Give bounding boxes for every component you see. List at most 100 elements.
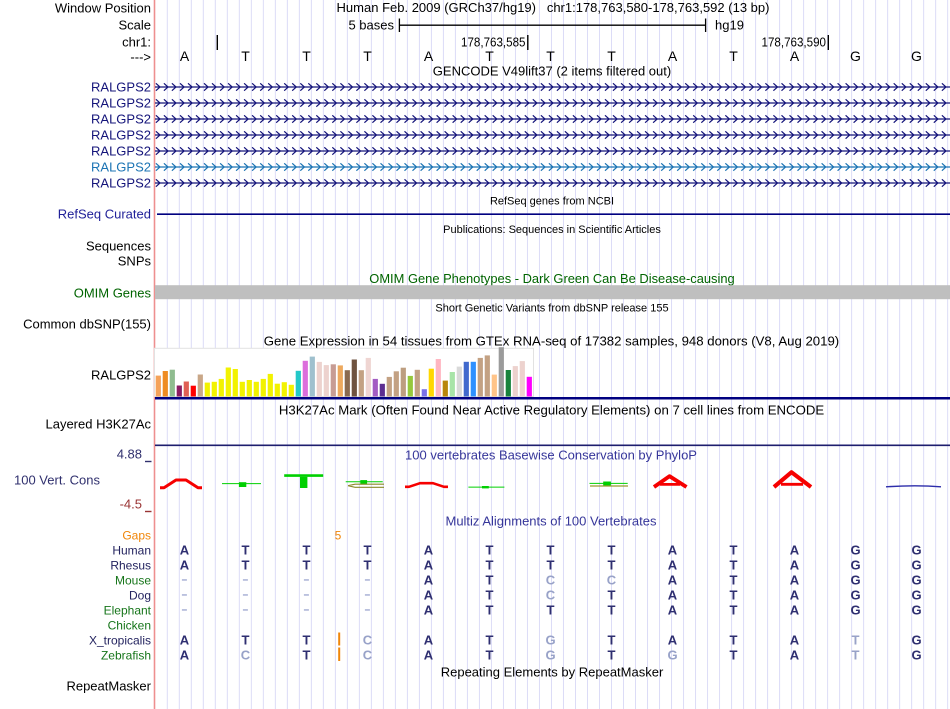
- svg-text:A: A: [424, 558, 434, 573]
- svg-text:T: T: [608, 558, 616, 573]
- svg-text:T: T: [486, 588, 494, 603]
- svg-text:Multiz Alignments of 100 Verte: Multiz Alignments of 100 Vertebrates: [445, 513, 657, 528]
- svg-text:A: A: [180, 543, 190, 558]
- svg-text:G: G: [911, 543, 921, 558]
- svg-text:T: T: [303, 648, 311, 663]
- svg-text:RefSeq Curated: RefSeq Curated: [58, 207, 151, 222]
- svg-text:RALGPS2: RALGPS2: [91, 144, 151, 159]
- svg-text:T: T: [547, 558, 555, 573]
- svg-text:T: T: [730, 558, 738, 573]
- svg-text:T: T: [241, 48, 250, 64]
- svg-text:A: A: [790, 573, 800, 588]
- svg-text:A: A: [180, 648, 190, 663]
- svg-text:T: T: [486, 633, 494, 648]
- svg-text:G: G: [911, 573, 921, 588]
- svg-text:A: A: [668, 588, 678, 603]
- svg-text:Human: Human: [112, 543, 151, 557]
- svg-text:Rhesus: Rhesus: [110, 558, 151, 572]
- svg-text:T: T: [364, 543, 372, 558]
- svg-text:Dog: Dog: [129, 588, 151, 602]
- svg-text:T: T: [485, 48, 494, 64]
- svg-text:T: T: [486, 558, 494, 573]
- svg-text:chr1:: chr1:: [122, 35, 151, 50]
- svg-text:RefSeq genes from NCBI: RefSeq genes from NCBI: [490, 195, 614, 207]
- svg-text:OMIM Gene Phenotypes - Dark Gr: OMIM Gene Phenotypes - Dark Green Can Be…: [369, 271, 734, 286]
- svg-text:Gaps: Gaps: [122, 528, 151, 542]
- svg-text:Common dbSNP(155): Common dbSNP(155): [23, 317, 151, 332]
- svg-text:A: A: [790, 648, 800, 663]
- svg-text:A: A: [790, 558, 800, 573]
- svg-text:Sequences: Sequences: [86, 239, 152, 254]
- svg-text:G: G: [850, 543, 860, 558]
- svg-text:G: G: [911, 48, 922, 64]
- svg-text:G: G: [850, 48, 861, 64]
- svg-text:A: A: [424, 648, 434, 663]
- svg-text:Repeating Elements by RepeatMa: Repeating Elements by RepeatMasker: [441, 664, 664, 679]
- svg-text:C: C: [363, 648, 373, 663]
- svg-text:T: T: [608, 543, 616, 558]
- svg-text:Publications: Sequences in Sci: Publications: Sequences in Scientific Ar…: [443, 224, 661, 236]
- svg-text:T: T: [608, 633, 616, 648]
- svg-text:C: C: [607, 573, 617, 588]
- svg-text:100 Vert. Cons: 100 Vert. Cons: [14, 473, 100, 488]
- svg-text:Human Feb. 2009 (GRCh37/hg19): Human Feb. 2009 (GRCh37/hg19) chr1:178,7…: [337, 0, 770, 15]
- svg-text:A: A: [790, 588, 800, 603]
- svg-text:T: T: [730, 588, 738, 603]
- svg-text:T: T: [729, 48, 738, 64]
- svg-text:G: G: [911, 603, 921, 618]
- svg-text:G: G: [850, 588, 860, 603]
- svg-text:SNPs: SNPs: [118, 254, 152, 269]
- svg-text:RALGPS2: RALGPS2: [91, 128, 151, 143]
- svg-text:A: A: [424, 603, 434, 618]
- svg-text:A: A: [668, 633, 678, 648]
- svg-text:RALGPS2: RALGPS2: [91, 368, 151, 383]
- svg-text:G: G: [667, 648, 677, 663]
- svg-text:T: T: [486, 543, 494, 558]
- svg-text:A: A: [180, 558, 190, 573]
- svg-text:G: G: [911, 588, 921, 603]
- svg-text:G: G: [850, 558, 860, 573]
- svg-text:G: G: [850, 573, 860, 588]
- svg-text:A: A: [424, 588, 434, 603]
- svg-text:A: A: [180, 48, 190, 64]
- svg-text:-4.5: -4.5: [120, 497, 142, 512]
- svg-text:T: T: [363, 48, 372, 64]
- svg-text:C: C: [363, 633, 373, 648]
- svg-text:RALGPS2: RALGPS2: [91, 160, 151, 175]
- svg-text:T: T: [852, 648, 860, 663]
- svg-text:T: T: [730, 573, 738, 588]
- svg-text:T: T: [608, 588, 616, 603]
- svg-text:C: C: [546, 573, 556, 588]
- svg-text:RALGPS2: RALGPS2: [91, 176, 151, 191]
- svg-text:T: T: [852, 633, 860, 648]
- svg-text:A: A: [180, 633, 190, 648]
- svg-text:RALGPS2: RALGPS2: [91, 80, 151, 95]
- svg-text:100 vertebrates Basewise Conse: 100 vertebrates Basewise Conservation by…: [405, 447, 697, 462]
- svg-text:A: A: [424, 633, 434, 648]
- svg-text:A: A: [424, 543, 434, 558]
- svg-text:T: T: [607, 48, 616, 64]
- svg-text:A: A: [424, 573, 434, 588]
- svg-text:A: A: [790, 603, 800, 618]
- svg-text:--->: --->: [130, 50, 151, 65]
- svg-text:Scale: Scale: [118, 18, 151, 33]
- svg-text:T: T: [486, 603, 494, 618]
- svg-text:A: A: [790, 543, 800, 558]
- svg-text:Zebrafish: Zebrafish: [101, 648, 151, 662]
- svg-text:X_tropicalis: X_tropicalis: [89, 633, 151, 647]
- svg-text:T: T: [242, 558, 250, 573]
- svg-text:GENCODE V49lift37 (2 items fil: GENCODE V49lift37 (2 items filtered out): [433, 64, 671, 79]
- svg-text:T: T: [303, 633, 311, 648]
- svg-text:A: A: [790, 633, 800, 648]
- svg-text:T: T: [364, 558, 372, 573]
- svg-text:T: T: [547, 603, 555, 618]
- svg-text:OMIM Genes: OMIM Genes: [74, 286, 152, 301]
- svg-text:T: T: [730, 543, 738, 558]
- svg-text:H3K27Ac Mark (Often Found Near: H3K27Ac Mark (Often Found Near Active Re…: [279, 402, 825, 417]
- svg-text:G: G: [911, 648, 921, 663]
- svg-text:Short Genetic Variants from db: Short Genetic Variants from dbSNP releas…: [435, 303, 668, 315]
- svg-text:T: T: [608, 648, 616, 663]
- svg-text:A: A: [668, 573, 678, 588]
- svg-text:T: T: [242, 543, 250, 558]
- svg-text:G: G: [545, 648, 555, 663]
